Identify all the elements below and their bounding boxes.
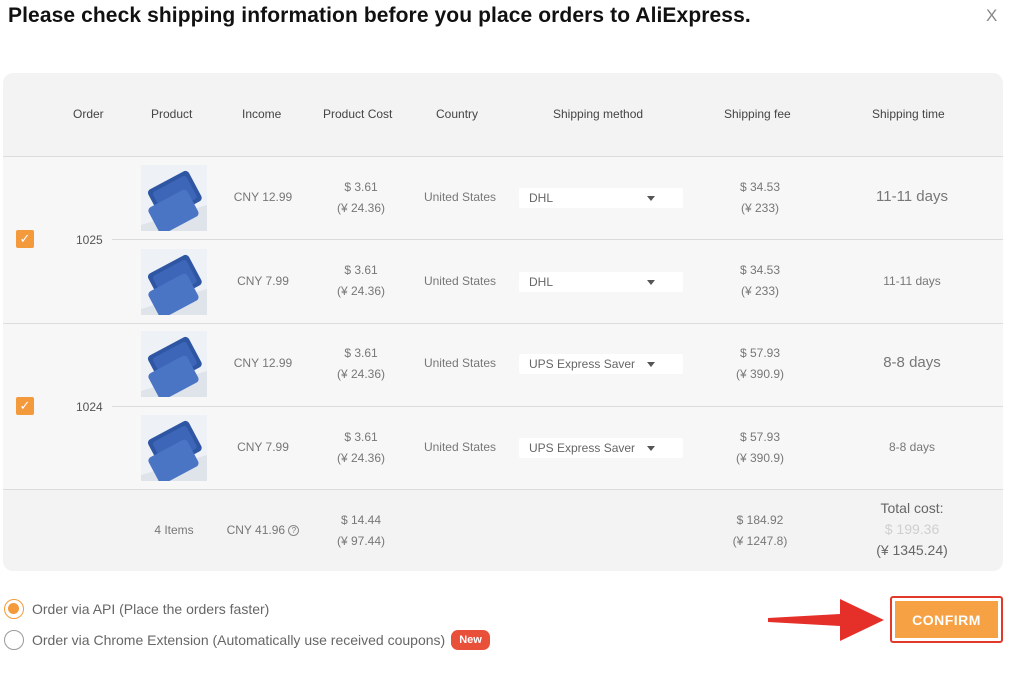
summary-fee-usd: $ 184.92	[736, 513, 784, 527]
radio-unselected[interactable]	[4, 630, 24, 650]
shipping-fee: $ 57.93 (¥ 390.9)	[720, 343, 800, 385]
summary-product-cost: $ 14.44 (¥ 97.44)	[322, 510, 400, 552]
shipping-fee: $ 34.53 (¥ 233)	[720, 260, 800, 302]
order-via-extension-label: Order via Chrome Extension (Automaticall…	[32, 632, 446, 648]
product-thumbnail[interactable]	[141, 249, 207, 315]
header-shipping-method: Shipping method	[553, 107, 644, 121]
product-thumbnail[interactable]	[141, 331, 207, 397]
shipping-time: 8-8 days	[883, 354, 941, 371]
cost-cny: (¥ 24.36)	[336, 451, 386, 465]
chevron-down-icon	[647, 280, 655, 285]
country: United States	[423, 440, 497, 454]
info-circle-icon[interactable]: ?	[288, 525, 300, 536]
shipping-time: 11-11 days	[883, 274, 941, 288]
country: United States	[423, 274, 497, 288]
checkmark-icon: ✓	[19, 398, 31, 413]
shipping-method-select[interactable]: UPS Express Saver	[519, 354, 683, 374]
shipping-time: 8-8 days	[888, 440, 936, 454]
divider	[112, 239, 1003, 240]
product-thumbnail[interactable]	[141, 165, 207, 231]
summary-shipping-fee: $ 184.92 (¥ 1247.8)	[720, 510, 800, 552]
order-1025-checkbox[interactable]: ✓	[16, 230, 34, 248]
cost-usd: $ 3.61	[344, 430, 378, 444]
new-badge: New	[451, 630, 490, 650]
order-1024-checkbox[interactable]: ✓	[16, 397, 34, 415]
cost-usd: $ 3.61	[344, 180, 378, 194]
divider	[3, 323, 1003, 324]
red-arrow-icon	[768, 599, 884, 641]
shipping-fee: $ 57.93 (¥ 390.9)	[720, 427, 800, 469]
summary-income: CNY 41.96 ?	[222, 520, 304, 541]
fee-usd: $ 34.53	[739, 180, 781, 194]
fee-cny: (¥ 233)	[740, 284, 780, 298]
product-cost: $ 3.61 (¥ 24.36)	[322, 177, 400, 219]
header-shipping-time: Shipping time	[872, 107, 945, 121]
checkmark-icon: ✓	[19, 231, 31, 246]
summary-fee-cny: (¥ 1247.8)	[732, 534, 788, 548]
summary-income-value: CNY 41.96	[226, 523, 286, 537]
header-income: Income	[242, 107, 282, 121]
shipping-method-select[interactable]: DHL	[519, 188, 683, 208]
confirm-label: CONFIRM	[895, 601, 998, 638]
cost-cny: (¥ 24.36)	[336, 367, 386, 381]
cost-usd: $ 3.61	[344, 263, 378, 277]
total-cost-cny: (¥ 1345.24)	[876, 542, 948, 558]
chevron-down-icon	[647, 446, 655, 451]
fee-cny: (¥ 390.9)	[735, 451, 785, 465]
header-product-cost: Product Cost	[323, 107, 393, 121]
income: CNY 7.99	[237, 440, 289, 454]
product-cost: $ 3.61 (¥ 24.36)	[322, 260, 400, 302]
cost-cny: (¥ 24.36)	[336, 284, 386, 298]
header-country: Country	[436, 107, 479, 121]
header-order: Order	[73, 107, 104, 121]
summary-cost-cny: (¥ 97.44)	[336, 534, 386, 548]
product-cost: $ 3.61 (¥ 24.36)	[322, 427, 400, 469]
total-cost: Total cost: $ 199.36 (¥ 1345.24)	[852, 498, 972, 561]
fee-cny: (¥ 390.9)	[735, 367, 785, 381]
shipping-method-value: DHL	[529, 275, 554, 289]
total-cost-label: Total cost:	[880, 500, 944, 516]
order-number: 1024	[76, 400, 103, 414]
order-via-api-label: Order via API (Place the orders faster)	[32, 601, 270, 617]
dialog-title: Please check shipping information before…	[8, 4, 751, 27]
chevron-down-icon	[647, 362, 655, 367]
shipping-method-value: UPS Express Saver	[529, 357, 636, 371]
order-via-api-option[interactable]: Order via API (Place the orders faster)	[4, 598, 269, 620]
confirm-button[interactable]: CONFIRM	[890, 596, 1003, 643]
close-icon[interactable]: X	[986, 6, 997, 26]
product-thumbnail[interactable]	[141, 415, 207, 481]
divider	[3, 489, 1003, 490]
cost-cny: (¥ 24.36)	[336, 201, 386, 215]
shipping-time: 11-11 days	[876, 188, 948, 205]
product-cost: $ 3.61 (¥ 24.36)	[322, 343, 400, 385]
total-cost-usd: $ 199.36	[884, 521, 940, 537]
header-product: Product	[151, 107, 193, 121]
income: CNY 12.99	[233, 356, 293, 370]
fee-cny: (¥ 233)	[740, 201, 780, 215]
chevron-down-icon	[647, 196, 655, 201]
divider	[3, 156, 1003, 157]
country: United States	[423, 356, 497, 370]
country: United States	[423, 190, 497, 204]
summary-cost-usd: $ 14.44	[340, 513, 382, 527]
fee-usd: $ 57.93	[739, 430, 781, 444]
cost-usd: $ 3.61	[344, 346, 378, 360]
summary-items: 4 Items	[154, 523, 194, 537]
fee-usd: $ 34.53	[739, 263, 781, 277]
divider	[112, 406, 1003, 407]
header-shipping-fee: Shipping fee	[724, 107, 791, 121]
shipping-method-select[interactable]: UPS Express Saver	[519, 438, 683, 458]
shipping-fee: $ 34.53 (¥ 233)	[720, 177, 800, 219]
order-number: 1025	[76, 233, 103, 247]
shipping-method-select[interactable]: DHL	[519, 272, 683, 292]
income: CNY 12.99	[233, 190, 293, 204]
shipping-method-value: DHL	[529, 191, 554, 205]
radio-selected[interactable]	[4, 599, 24, 619]
fee-usd: $ 57.93	[739, 346, 781, 360]
shipping-method-value: UPS Express Saver	[529, 441, 636, 455]
income: CNY 7.99	[237, 274, 289, 288]
order-via-extension-option[interactable]: Order via Chrome Extension (Automaticall…	[4, 629, 490, 651]
